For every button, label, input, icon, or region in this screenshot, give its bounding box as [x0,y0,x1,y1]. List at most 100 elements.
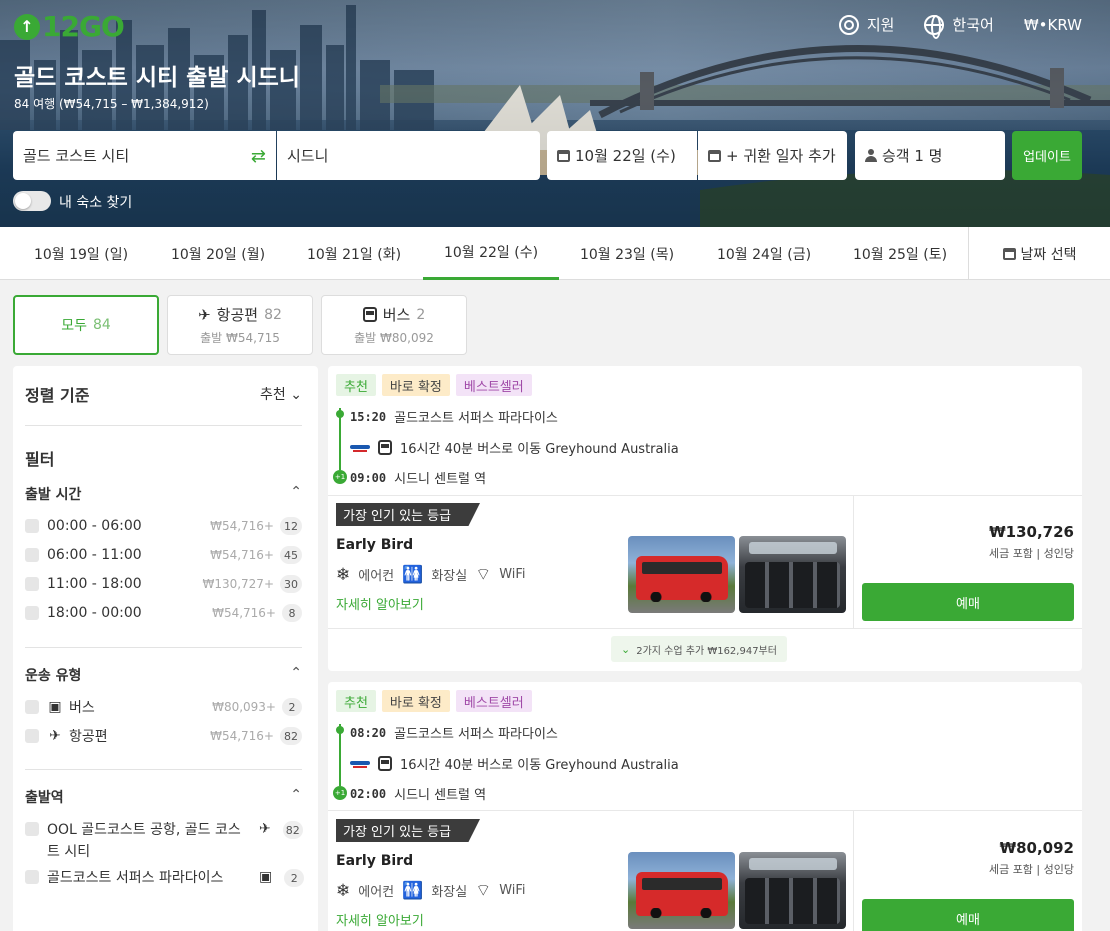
date-tab[interactable]: 10월 23일 (목) [559,227,695,280]
next-day-marker: +1 [333,470,347,484]
arrival-station: 시드니 센트럴 역 [394,788,487,803]
departure-time: 08:20 [350,725,387,740]
learn-more-link[interactable]: 자세히 알아보기 [336,910,424,929]
return-date-field[interactable]: + 귀환 일자 추가 [698,131,847,180]
from-field[interactable]: 골드 코스트 시티 ⇄ [13,131,276,180]
bus-shape [636,872,728,918]
lifebuoy-icon [838,14,859,35]
departure-dot [336,726,344,734]
learn-more-link[interactable]: 자세히 알아보기 [336,594,424,613]
date-tab[interactable]: 10월 20일 (월) [150,227,286,280]
filter-option[interactable]: 골드코스트 서퍼스 파라다이스 ▣ 2 [25,867,305,889]
departure-time-title: 출발 시간 [25,487,82,503]
date-picker-label: 날짜 선택 [1020,246,1077,263]
bus-interior-photo[interactable] [739,852,846,929]
return-date-label: + 귀환 일자 추가 [726,147,836,165]
divider [25,425,302,426]
trip-summary: 84 여행 (₩54,715 – ₩1,384,912) [14,97,209,111]
filter-option[interactable]: 00:00 - 06:00 ₩54,716+ 12 [25,517,302,535]
trip-duration: 16시간 40분 버스로 이동 Greyhound Australia [400,442,679,457]
book-button[interactable]: 예매 [862,899,1074,931]
date-tab[interactable]: 10월 25일 (토) [832,227,968,280]
to-value: 시드니 [287,147,329,165]
bus-interior-photo[interactable] [739,536,846,613]
departure-dot [336,410,344,418]
to-field[interactable]: 시드니 [277,131,540,180]
amenities: ❄ 에어컨 🚻 화장실 ⌔ WiFi [336,564,526,586]
bus-icon: ▣ [48,699,62,715]
checkbox[interactable] [25,519,39,533]
arrival-time: 02:00 [350,786,387,801]
checkbox[interactable] [25,729,39,743]
checkbox[interactable] [25,870,39,884]
mode-tab-flight[interactable]: ✈ 항공편 82 출발 ₩54,715 [167,295,313,355]
bus-icon [378,440,392,455]
passengers-field[interactable]: 승객 1 명 [855,131,1005,180]
language-selector[interactable]: 한국어 [924,14,994,39]
bus-icon: ▣ [259,869,273,885]
filter-option[interactable]: ▣ 버스 ₩80,093+ 2 [25,697,302,717]
checkbox[interactable] [25,548,39,562]
filter-option[interactable]: ✈ 항공편 ₩54,716+ 82 [25,726,302,746]
price-note: 세금 포함 | 성인당 [988,547,1074,560]
filter-option[interactable]: 18:00 - 00:00 ₩54,716+ 8 [25,604,302,622]
swap-icon[interactable]: ⇄ [251,146,266,167]
checkbox[interactable] [25,606,39,620]
filter-option[interactable]: OOL 골드코스트 공항, 골드 코스트 시티 ✈ 82 [25,819,303,863]
filter-option[interactable]: 06:00 - 11:00 ₩54,716+ 45 [25,546,302,564]
currency-selector[interactable]: ₩•KRW [1024,16,1082,34]
from-value: 골드 코스트 시티 [23,147,130,165]
chevron-down-icon: ⌄ [290,387,302,403]
checkbox[interactable] [25,577,39,591]
filter-option-count: 12 [280,517,302,535]
price: ₩130,726 [989,523,1074,541]
bus-exterior-photo[interactable] [628,852,735,929]
departure-station-header[interactable]: 출발역 ⌃ [25,787,302,807]
amenity-label: 화장실 [431,885,468,900]
mode-flight-count: 82 [264,306,282,323]
mode-tab-bus[interactable]: 버스 2 출발 ₩80,092 [321,295,467,355]
sort-selector[interactable]: 정렬 기준 추천 ⌄ [25,382,302,406]
book-button[interactable]: 예매 [862,583,1074,621]
mode-all-count: 84 [92,317,111,333]
filter-option-label: 항공편 [69,729,108,745]
departure-time-header[interactable]: 출발 시간 ⌃ [25,484,302,504]
fare-name: Early Bird [336,537,414,553]
filter-option-label: 18:00 - 00:00 [47,605,142,621]
date-picker-button[interactable]: 날짜 선택 [968,227,1110,280]
date-tab-active[interactable]: 10월 22일 (수) [423,227,559,280]
airplane-icon: ✈ [49,728,61,744]
divider [328,495,1082,496]
update-button[interactable]: 업데이트 [1012,131,1082,180]
bus-shape [636,556,728,602]
transport-type-header[interactable]: 운송 유형 ⌃ [25,665,302,685]
price: ₩80,092 [999,839,1074,857]
mode-tab-all[interactable]: 모두 84 [13,295,159,355]
departure-station: 골드코스트 서퍼스 파라다이스 [394,727,558,742]
departure-row: 08:20 골드코스트 서퍼스 파라다이스 [350,723,558,743]
logo[interactable]: ↑ 12GO [14,10,125,43]
filter-option-label: 버스 [69,700,95,716]
more-classes-label: 2가지 수업 추가 ₩162,947부터 [636,645,777,657]
date-tab[interactable]: 10월 21일 (화) [286,227,422,280]
departure-station-title: 출발역 [25,790,64,806]
bus-exterior-photo[interactable] [628,536,735,613]
find-accommodation-toggle[interactable] [13,191,51,211]
more-classes-link[interactable]: ⌄ 2가지 수업 추가 ₩162,947부터 [611,636,787,662]
support-link[interactable]: 지원 [838,14,894,35]
badge-recommended: 추천 [336,690,376,712]
calendar-icon [1002,247,1016,260]
date-tab[interactable]: 10월 24일 (금) [696,227,832,280]
divider [853,810,854,931]
date-tab[interactable]: 10월 19일 (일) [13,227,149,280]
departure-date-field[interactable]: 10월 22일 (수) [547,131,697,180]
checkbox[interactable] [25,700,39,714]
filter-option-label: 00:00 - 06:00 [47,518,142,534]
checkbox[interactable] [25,822,39,836]
mode-bus-count: 2 [416,306,426,323]
result-card: 추천 바로 확정 베스트셀러 +1 08:20 골드코스트 서퍼스 파라다이스 … [328,682,1082,931]
filter-option[interactable]: 11:00 - 18:00 ₩130,727+ 30 [25,575,302,593]
window-shape [749,858,837,870]
badge-bestseller: 베스트셀러 [455,690,532,712]
seats-shape [745,562,840,608]
